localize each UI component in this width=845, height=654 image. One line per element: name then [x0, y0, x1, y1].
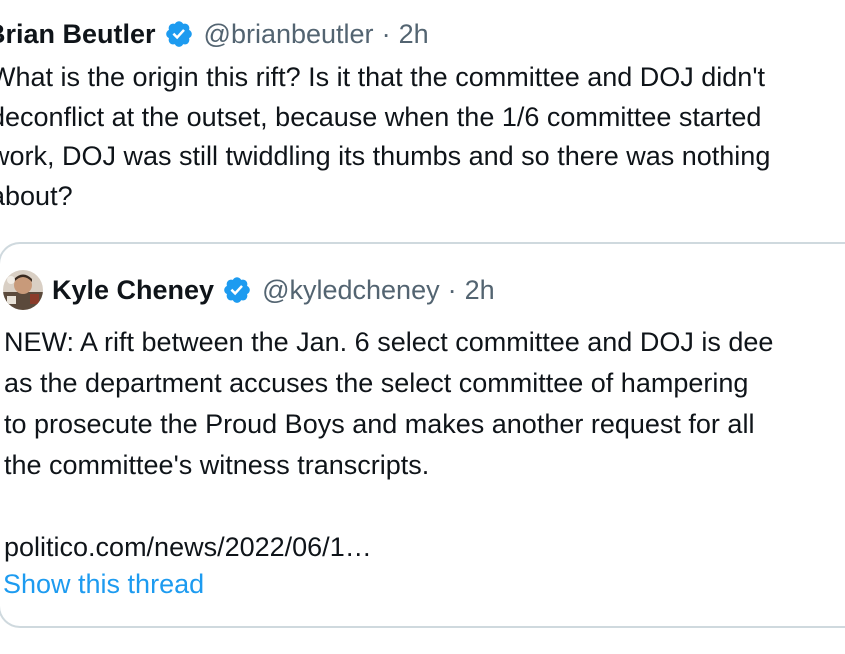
author-name[interactable]: Brian Beutler — [0, 19, 156, 50]
quoted-tweet-text-block: NEW: A rift between the Jan. 6 select co… — [4, 322, 845, 568]
separator-dot: · — [381, 18, 391, 49]
separator-dot: · — [447, 274, 457, 305]
quoted-author-handle[interactable]: @kyledcheney — [262, 275, 440, 306]
quoted-tweet-header: Kyle Cheney @kyledcheney · 2h — [3, 268, 495, 312]
kyle-cheney-avatar — [3, 270, 43, 310]
verified-badge-icon — [222, 275, 252, 305]
tweet[interactable]: Brian Beutler @brianbeutler · 2h What is… — [0, 0, 845, 654]
author-handle[interactable]: @brianbeutler — [204, 19, 374, 50]
avatar[interactable] — [3, 270, 43, 310]
quoted-tweet[interactable]: Kyle Cheney @kyledcheney · 2h NEW: A rif… — [0, 242, 845, 628]
quoted-tweet-timestamp[interactable]: 2h — [465, 275, 495, 306]
article-link[interactable]: politico.com/news/2022/06/1… — [4, 527, 845, 568]
tweet-header: Brian Beutler @brianbeutler · 2h — [0, 14, 429, 54]
quoted-tweet-text: NEW: A rift between the Jan. 6 select co… — [4, 327, 774, 480]
tweet-text: What is the origin this rift? Is it that… — [0, 62, 771, 211]
verified-badge-icon — [164, 19, 194, 49]
tweet-timestamp[interactable]: 2h — [399, 19, 429, 50]
quoted-author-name[interactable]: Kyle Cheney — [52, 275, 214, 306]
show-thread-link[interactable]: Show this thread — [3, 569, 204, 600]
